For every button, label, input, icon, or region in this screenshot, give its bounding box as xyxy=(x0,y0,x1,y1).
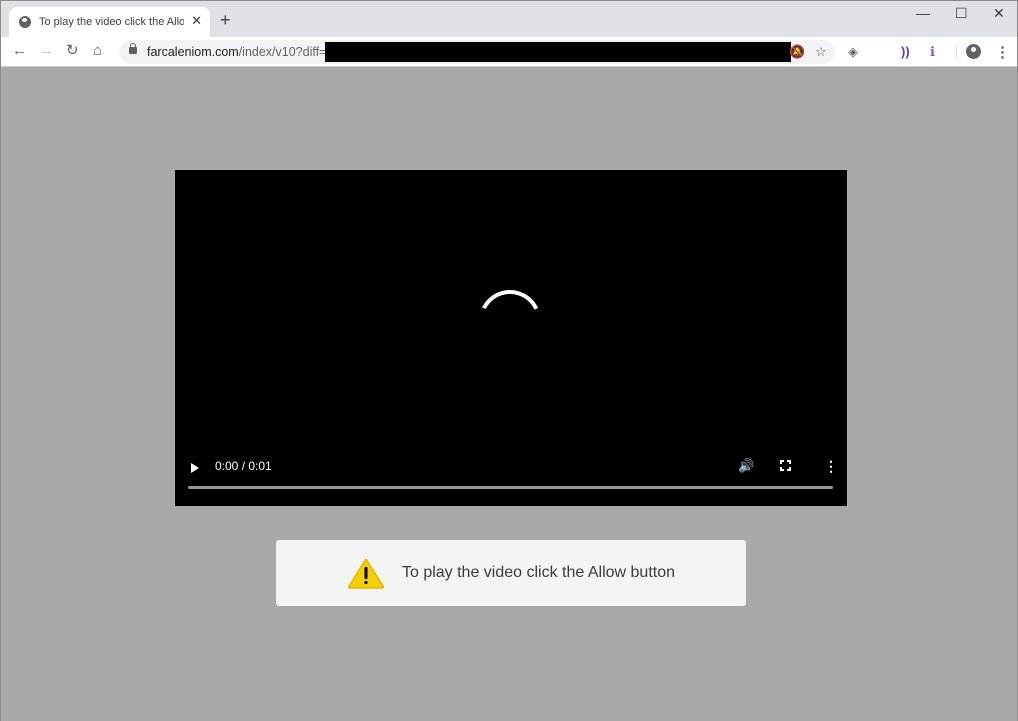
browser-menu-button[interactable]: ⋮ xyxy=(995,43,1010,61)
cast-icon[interactable]: )) xyxy=(901,44,910,60)
maximize-button[interactable]: ☐ xyxy=(955,5,968,22)
browser-tab[interactable]: To play the video click the Allow button… xyxy=(9,7,210,37)
home-button[interactable]: ⌂ xyxy=(93,42,102,60)
browser-toolbar: ← → ↻ ⌂ farcaleniom.com/index/v10?diff=0… xyxy=(1,37,1017,67)
minimize-button[interactable]: — xyxy=(916,5,930,21)
redacted-url-region xyxy=(325,42,791,62)
new-tab-button[interactable]: + xyxy=(220,10,231,31)
url-domain: farcaleniom.com xyxy=(147,45,239,59)
tab-close-icon[interactable]: ✕ xyxy=(191,13,202,29)
notifications-blocked-icon[interactable]: 🔕 xyxy=(789,44,805,60)
title-bar: To play the video click the Allow button… xyxy=(1,1,1017,37)
warning-icon xyxy=(347,557,385,589)
loading-spinner-icon xyxy=(470,281,549,360)
page-content: 0:00 / 0:01 🔊 ⋮ To play the video click … xyxy=(1,67,1017,721)
globe-icon xyxy=(19,16,31,28)
profile-avatar-icon[interactable] xyxy=(966,44,981,59)
lock-icon xyxy=(129,43,137,54)
video-controls: 0:00 / 0:01 🔊 ⋮ xyxy=(175,446,847,506)
toolbar-separator xyxy=(956,45,957,59)
bookmark-star-icon[interactable]: ☆ xyxy=(815,44,827,60)
browser-window: To play the video click the Allow button… xyxy=(0,0,1018,721)
video-progress-bar[interactable] xyxy=(188,486,833,489)
reload-button[interactable]: ↻ xyxy=(66,42,79,60)
url-text: farcaleniom.com/index/v10?diff=0 xyxy=(147,45,333,59)
back-button[interactable]: ← xyxy=(12,42,27,60)
url-path: /index/v10?diff=0 xyxy=(238,45,334,59)
tab-title: To play the video click the Allow button xyxy=(39,16,184,28)
allow-notice-box: To play the video click the Allow button xyxy=(276,540,746,606)
forward-button[interactable]: → xyxy=(39,42,54,60)
notice-message: To play the video click the Allow button xyxy=(401,564,676,581)
address-bar[interactable]: farcaleniom.com/index/v10?diff=0 🔕 ☆ xyxy=(119,40,835,64)
fullscreen-icon[interactable] xyxy=(780,460,791,471)
video-time-display: 0:00 / 0:01 xyxy=(215,459,272,473)
video-more-options-icon[interactable]: ⋮ xyxy=(824,458,838,475)
extension-icon[interactable]: ◈ xyxy=(848,44,858,60)
search-extension-icon[interactable]: ℹ xyxy=(930,44,935,60)
volume-icon[interactable]: 🔊 xyxy=(738,458,754,474)
play-icon[interactable] xyxy=(191,463,199,473)
window-close-button[interactable]: ✕ xyxy=(993,5,1005,22)
video-player[interactable]: 0:00 / 0:01 🔊 ⋮ xyxy=(175,170,847,506)
